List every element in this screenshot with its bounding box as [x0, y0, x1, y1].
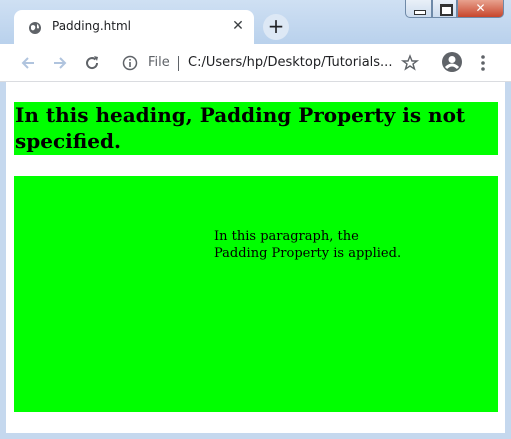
- window-close-icon: ✕: [475, 1, 486, 15]
- back-arrow-icon[interactable]: [18, 53, 38, 73]
- new-tab-button[interactable]: +: [263, 14, 289, 40]
- forward-arrow-icon[interactable]: [50, 53, 70, 73]
- page-viewport: In this heading, Padding Property is not…: [6, 82, 505, 433]
- padded-paragraph-box: In this paragraph, the Padding Property …: [14, 176, 498, 412]
- browser-toolbar: File C:/Users/hp/Desktop/Tutorials...: [0, 44, 511, 82]
- window-frame-bottom: [0, 433, 511, 439]
- star-icon[interactable]: [400, 53, 420, 73]
- window-controls: ✕: [405, 0, 506, 19]
- file-scheme-label: File: [148, 55, 170, 70]
- address-bar[interactable]: File C:/Users/hp/Desktop/Tutorials...: [112, 48, 432, 78]
- maximize-button[interactable]: [432, 0, 457, 18]
- window-close-button[interactable]: ✕: [457, 0, 504, 18]
- window-titlebar: Padding.html ✕ + ✕: [0, 0, 511, 44]
- address-separator: [178, 56, 179, 71]
- browser-tab[interactable]: Padding.html ✕: [14, 10, 254, 44]
- page-heading: In this heading, Padding Property is not…: [14, 102, 498, 155]
- profile-icon[interactable]: [441, 51, 463, 73]
- tab-title: Padding.html: [52, 19, 131, 33]
- paragraph-text: In this paragraph, the Padding Property …: [214, 229, 402, 261]
- reload-icon[interactable]: [82, 53, 102, 73]
- tab-close-icon[interactable]: ✕: [230, 17, 246, 35]
- window-frame-right: [505, 82, 511, 439]
- minimize-button[interactable]: [405, 0, 432, 18]
- info-icon[interactable]: [122, 55, 138, 71]
- globe-icon: [28, 20, 42, 34]
- url-text[interactable]: C:/Users/hp/Desktop/Tutorials...: [188, 55, 392, 70]
- more-vert-icon[interactable]: [477, 52, 489, 74]
